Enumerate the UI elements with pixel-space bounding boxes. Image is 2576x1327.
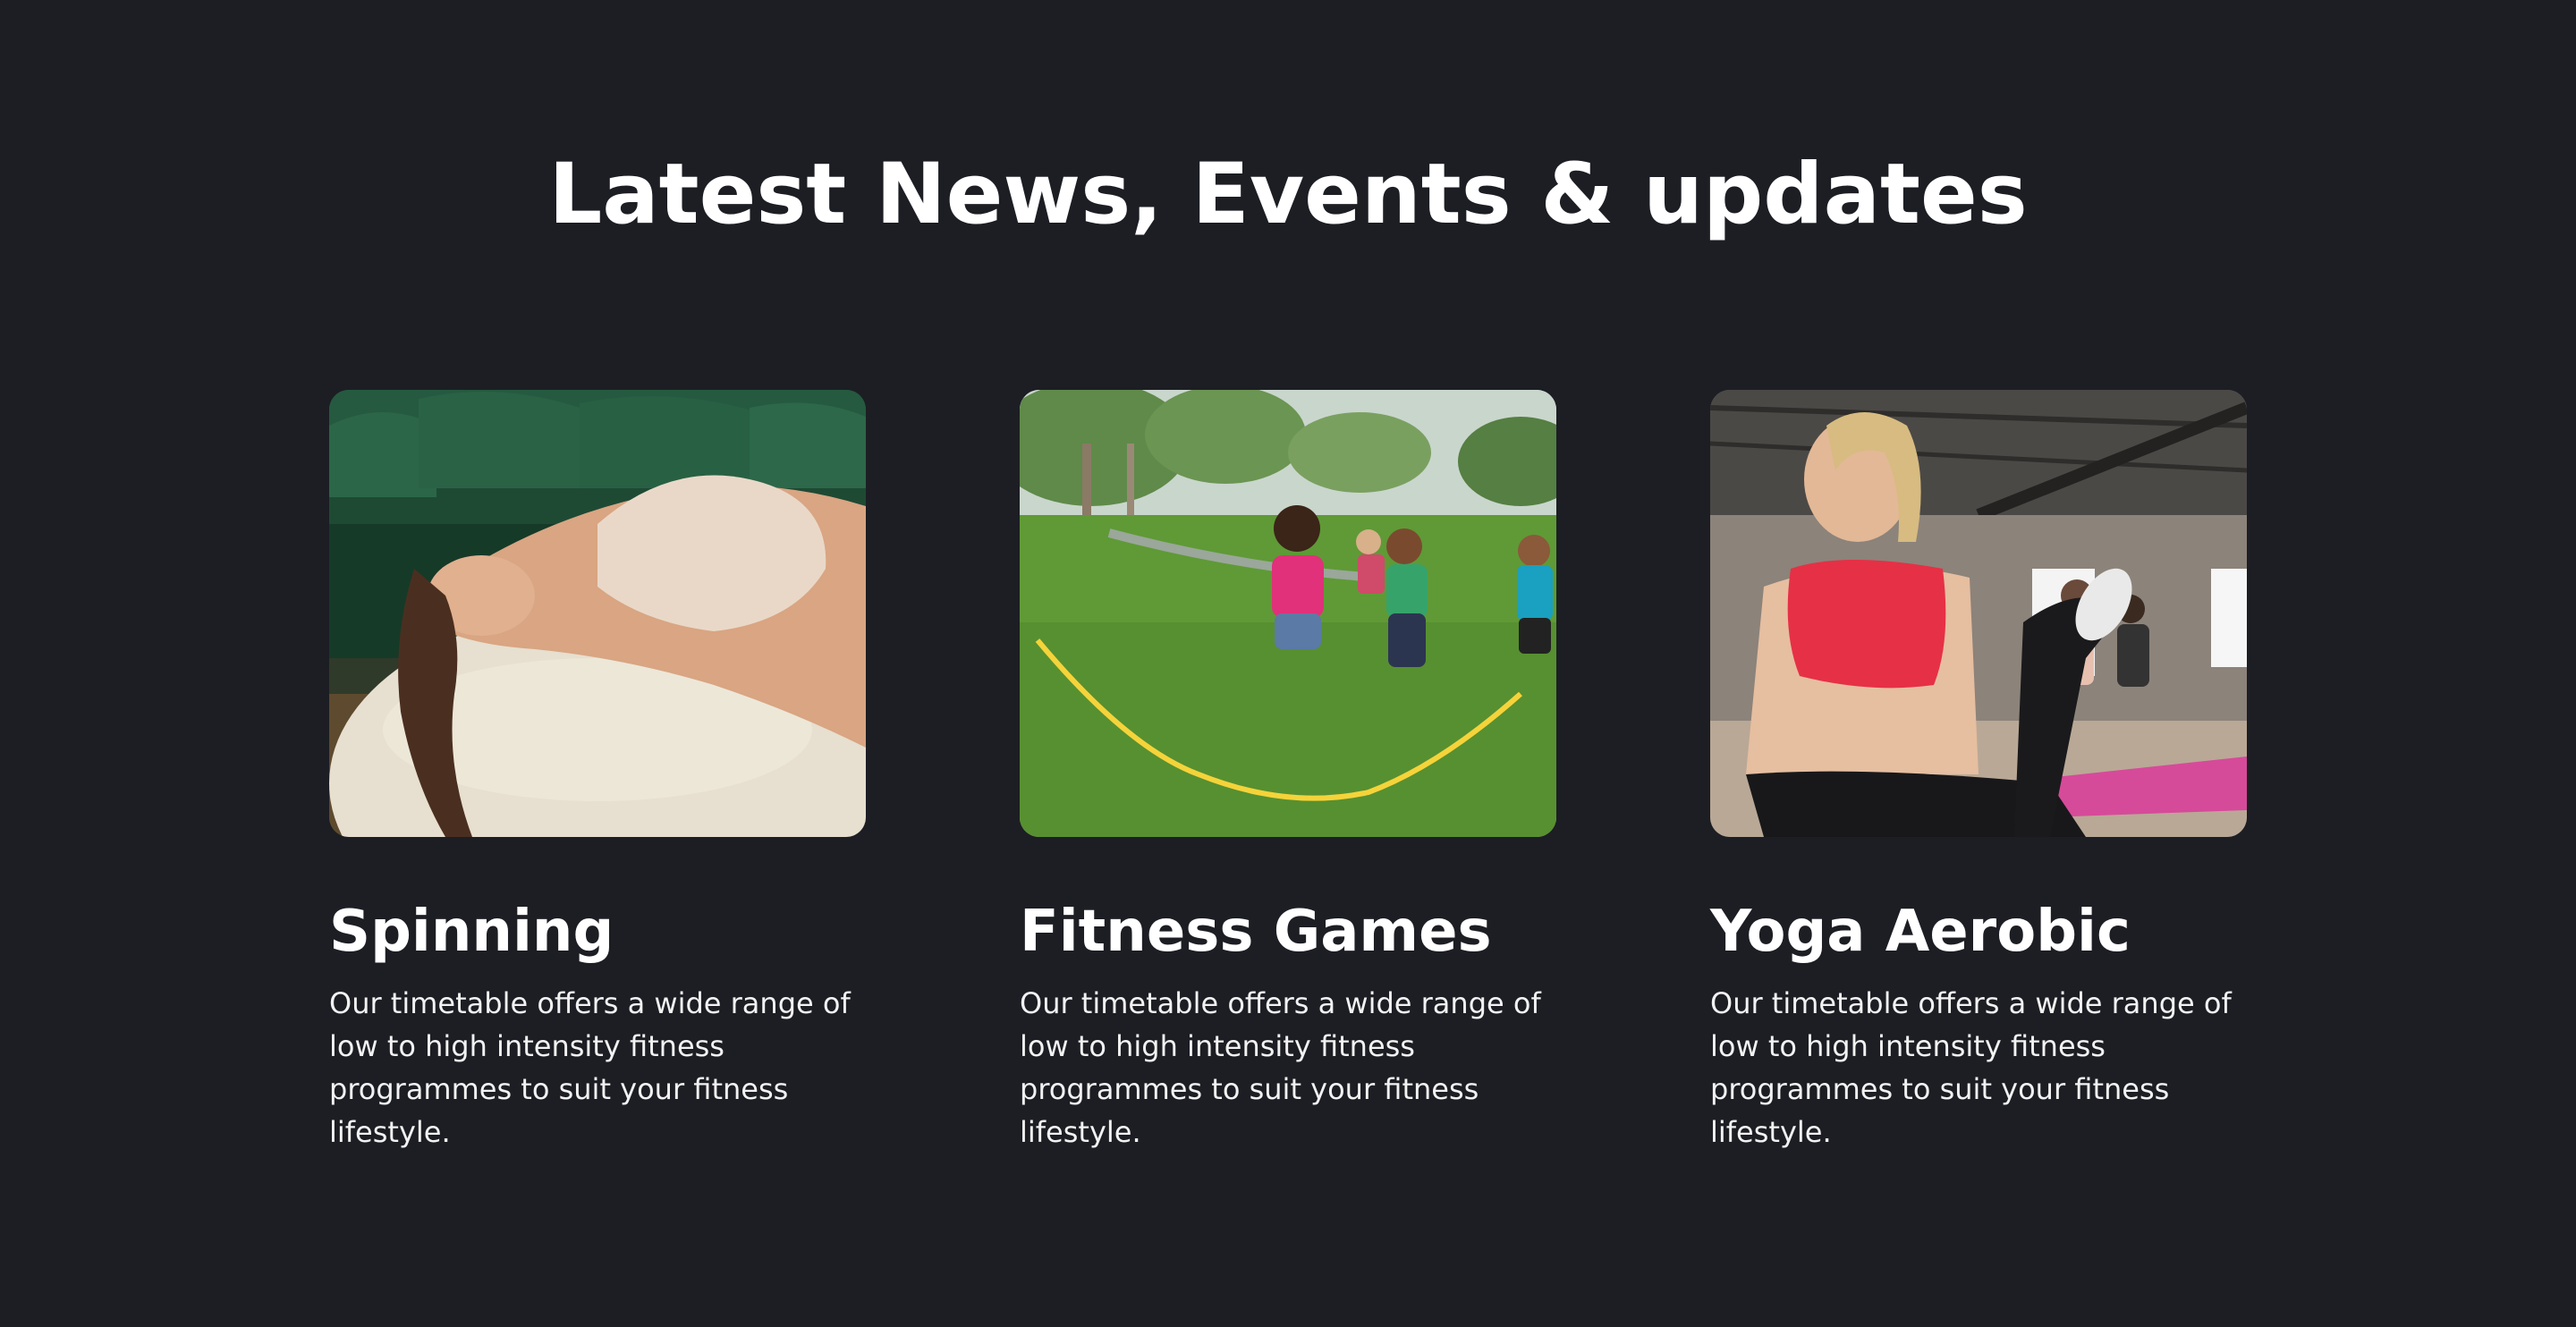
card-title[interactable]: Spinning [329, 896, 866, 968]
fitness-games-photo[interactable] [1020, 390, 1556, 837]
news-card-yoga-aerobic[interactable]: Yoga Aerobic Our timetable offers a wide… [1710, 390, 2247, 1195]
yoga-aerobic-photo[interactable] [1710, 390, 2247, 837]
news-card-fitness-games[interactable]: Fitness Games Our timetable offers a wid… [1020, 390, 1556, 1195]
card-title[interactable]: Yoga Aerobic [1710, 896, 2247, 968]
cards-grid: Spinning Our timetable offers a wide ran… [329, 390, 2247, 1195]
card-description: Our timetable offers a wide range of low… [329, 986, 851, 1149]
section-title: Latest News, Events & updates [548, 146, 2028, 243]
card-description: Our timetable offers a wide range of low… [1710, 986, 2232, 1149]
news-card-spinning[interactable]: Spinning Our timetable offers a wide ran… [329, 390, 866, 1195]
card-title[interactable]: Fitness Games [1020, 896, 1556, 968]
card-description: Our timetable offers a wide range of low… [1020, 986, 1541, 1149]
spinning-photo[interactable] [329, 390, 866, 837]
